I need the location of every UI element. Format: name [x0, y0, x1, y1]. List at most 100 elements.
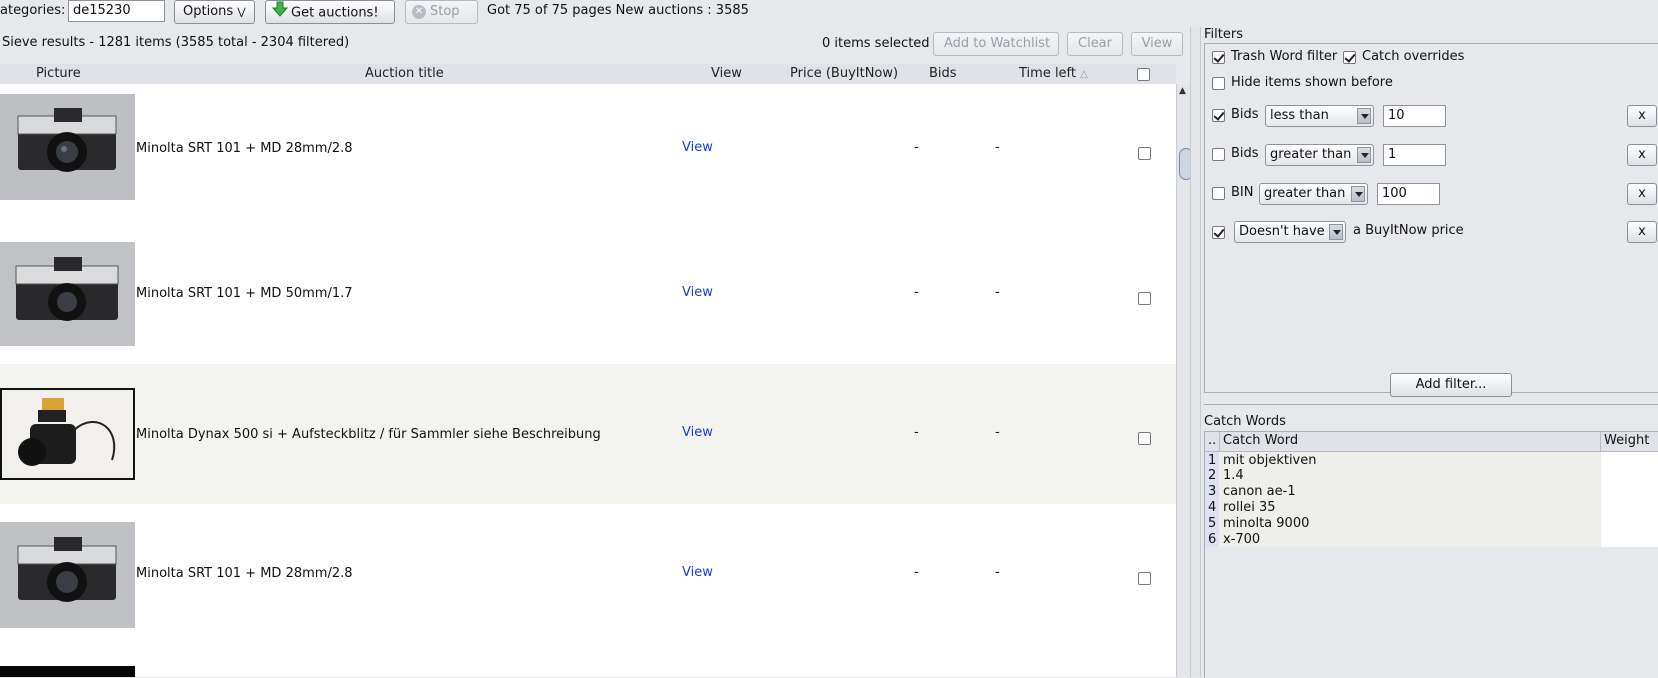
chevron-down-icon: [1357, 108, 1371, 124]
col-view[interactable]: View: [711, 64, 742, 83]
clear-button[interactable]: Clear: [1067, 32, 1123, 56]
trash-word-checkbox[interactable]: [1212, 51, 1225, 64]
catch-overrides-label: Catch overrides: [1362, 49, 1465, 64]
results-scrollbar[interactable]: ▲: [1176, 84, 1193, 677]
list-item[interactable]: 3 canon ae-1: [1205, 484, 1600, 499]
col-catch-word[interactable]: Catch Word: [1223, 433, 1298, 448]
list-item[interactable]: 6 x-700: [1205, 532, 1600, 547]
col-price[interactable]: Price (BuyItNow): [790, 64, 898, 83]
rule-3-field: BIN: [1231, 185, 1254, 200]
catch-overrides-checkbox[interactable]: [1343, 51, 1356, 64]
rule-1-checkbox[interactable]: [1212, 109, 1225, 122]
rule-1-operator-select[interactable]: less than: [1265, 105, 1374, 127]
rule-1-remove-button[interactable]: x: [1627, 105, 1657, 127]
chevron-down-icon: [1357, 147, 1371, 163]
options-button[interactable]: Options ⋁: [174, 0, 255, 24]
filters-box: [1204, 43, 1658, 393]
col-number[interactable]: ..: [1208, 433, 1216, 448]
item-number: 4: [1208, 500, 1217, 515]
add-to-watchlist-button[interactable]: Add to Watchlist: [933, 32, 1059, 56]
scroll-up-icon[interactable]: ▲: [1179, 86, 1186, 96]
add-filter-button[interactable]: Add filter...: [1390, 373, 1512, 397]
rule-2-remove-button[interactable]: x: [1627, 144, 1657, 166]
hide-shown-checkbox[interactable]: [1212, 77, 1225, 90]
rule-1-operator-value: less than: [1270, 108, 1329, 123]
item-number: 1: [1208, 453, 1217, 468]
table-row[interactable]: Minolta SRT 101 + MD 50mm/1.7 View - -: [0, 224, 1176, 364]
time-left-value: -: [995, 425, 1000, 440]
view-selected-button[interactable]: View: [1131, 32, 1183, 56]
rule-3-value-input[interactable]: 100: [1377, 183, 1440, 205]
rule-4-checkbox[interactable]: [1212, 226, 1225, 239]
stop-button[interactable]: ✕ Stop: [405, 0, 478, 24]
rule-2-operator-select[interactable]: greater than: [1265, 144, 1374, 166]
table-row[interactable]: Minolta Dynax 500 si + Aufsteckblitz / f…: [0, 364, 1176, 504]
col-weight[interactable]: Weight: [1604, 433, 1649, 448]
auction-title: Minolta Dynax 500 si + Aufsteckblitz / f…: [136, 427, 601, 442]
sort-ascending-icon: △: [1080, 69, 1088, 80]
item-word: 1.4: [1223, 468, 1244, 483]
view-link[interactable]: View: [682, 425, 713, 440]
get-auctions-button[interactable]: Get auctions!: [265, 0, 395, 24]
rule-2-value-input[interactable]: 1: [1383, 144, 1446, 166]
view-link[interactable]: View: [682, 140, 713, 155]
col-time-left[interactable]: Time left △: [1019, 64, 1088, 83]
col-auction-title[interactable]: Auction title: [365, 64, 444, 83]
rule-4-operator-select[interactable]: Doesn't have: [1234, 221, 1346, 243]
rule-2-field: Bids: [1231, 146, 1259, 161]
row-checkbox[interactable]: [1138, 572, 1151, 585]
rule-4-remove-button[interactable]: x: [1627, 221, 1657, 243]
thumbnail-camera: [0, 522, 135, 628]
thumbnail-camera: [0, 242, 135, 346]
section-divider[interactable]: [1204, 404, 1658, 409]
trash-word-label: Trash Word filter: [1231, 49, 1338, 64]
auction-title: Minolta SRT 101 + MD 28mm/2.8: [136, 566, 353, 581]
item-word: rollei 35: [1223, 500, 1276, 515]
rule-1-field: Bids: [1231, 107, 1259, 122]
get-auctions-label: Get auctions!: [291, 5, 379, 21]
chevron-down-icon: [1329, 224, 1343, 240]
selected-count: 0 items selected: [822, 36, 930, 51]
rule-2-checkbox[interactable]: [1212, 148, 1225, 161]
rule-1-value-input[interactable]: 10: [1383, 105, 1446, 127]
categories-label: ategories:: [0, 3, 66, 18]
time-left-value: -: [995, 140, 1000, 155]
row-checkbox[interactable]: [1138, 292, 1151, 305]
catch-words-table: .. Catch Word Weight 1 mit objektiven 2 …: [1204, 431, 1658, 678]
fetch-status: Got 75 of 75 pages New auctions : 3585: [487, 3, 749, 18]
view-link[interactable]: View: [682, 285, 713, 300]
table-row[interactable]: Minolta SRT 101 + MD 28mm/2.8 View - -: [0, 504, 1176, 644]
row-checkbox[interactable]: [1138, 432, 1151, 445]
thumbnail-camera: [0, 94, 135, 200]
row-checkbox[interactable]: [1138, 147, 1151, 160]
col-time-left-label: Time left: [1019, 66, 1077, 81]
categories-input[interactable]: de15230: [68, 0, 165, 22]
list-item[interactable]: 4 rollei 35: [1205, 500, 1600, 515]
auction-title: Minolta SRT 101 + MD 50mm/1.7: [136, 286, 353, 301]
item-word: canon ae-1: [1223, 484, 1296, 499]
col-bids[interactable]: Bids: [929, 64, 957, 83]
auction-title: Minolta SRT 101 + MD 28mm/2.8: [136, 141, 353, 156]
list-item[interactable]: 2 1.4: [1205, 468, 1600, 483]
rule-3-remove-button[interactable]: x: [1627, 183, 1657, 205]
item-word: x-700: [1223, 532, 1261, 547]
select-all-checkbox[interactable]: [1137, 68, 1150, 81]
rule-3-operator-value: greater than: [1264, 186, 1346, 201]
col-picture[interactable]: Picture: [36, 64, 81, 83]
rule-4-suffix: a BuyItNow price: [1353, 223, 1464, 238]
table-row[interactable]: Minolta SRT 101 + MD 28mm/2.8 View - -: [0, 84, 1176, 224]
table-row-partial[interactable]: [0, 644, 1176, 677]
thumbnail-dark: [0, 666, 135, 677]
catch-words-title: Catch Words: [1204, 414, 1286, 429]
rule-3-operator-select[interactable]: greater than: [1259, 183, 1368, 205]
time-left-value: -: [995, 285, 1000, 300]
list-item[interactable]: 1 mit objektiven: [1205, 453, 1600, 468]
item-word: mit objektiven: [1223, 453, 1317, 468]
rule-3-checkbox[interactable]: [1212, 187, 1225, 200]
list-item[interactable]: 5 minolta 9000: [1205, 516, 1600, 531]
view-link[interactable]: View: [682, 565, 713, 580]
stop-label: Stop: [430, 4, 460, 19]
panel-splitter[interactable]: [1190, 27, 1201, 677]
col-divider: [1219, 432, 1220, 451]
item-number: 6: [1208, 532, 1217, 547]
